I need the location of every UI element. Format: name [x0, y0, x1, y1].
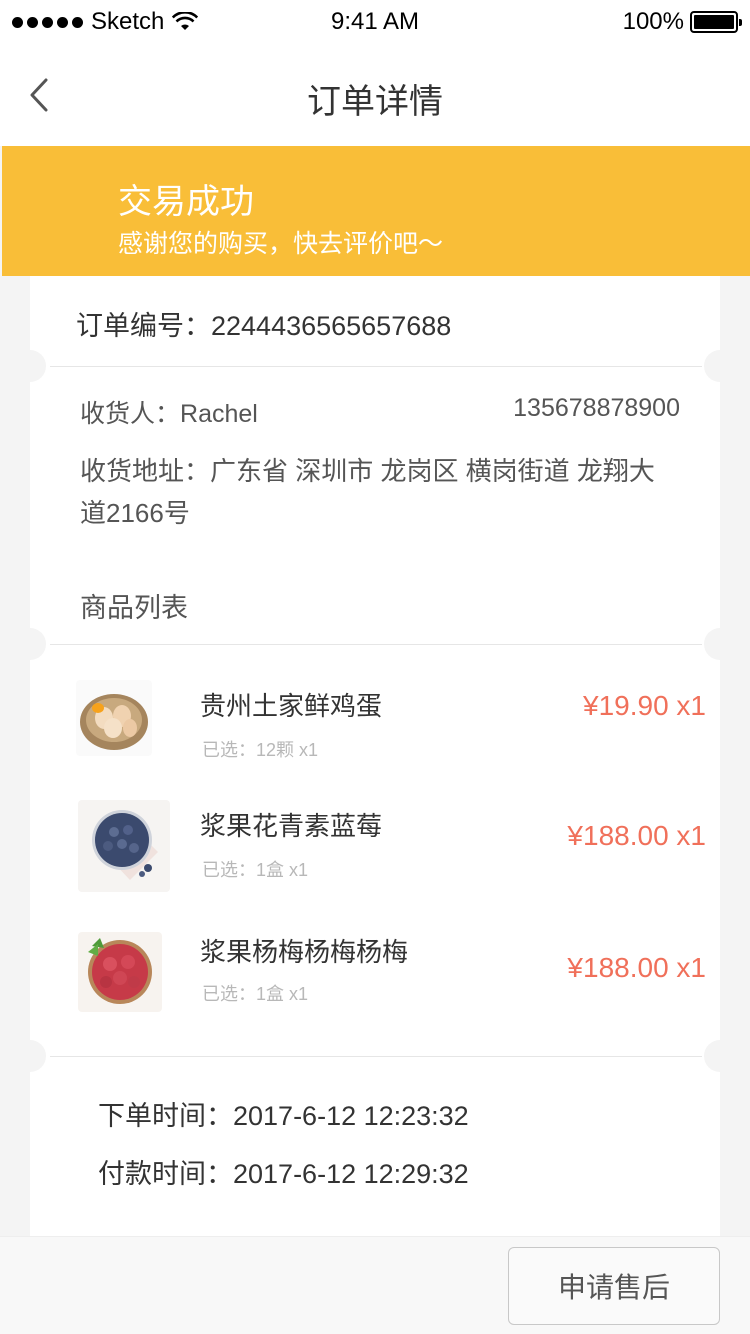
order-time-value: 2017-6-12 12:23:32 [233, 1101, 469, 1131]
product-spec: 已选：1盒 x1 [202, 984, 309, 1004]
product-image-blueberries [78, 800, 170, 892]
order-card: 订单编号：2244436565657688 收货人：Rachel 1356788… [14, 276, 736, 1236]
receiver: 收货人：Rachel [80, 394, 258, 430]
order-number-label: 订单编号： [76, 311, 211, 341]
ticket-notch [14, 1040, 46, 1072]
address: 收货地址：广东省 深圳市 龙岗区 横岗街道 龙翔大道2166号 [80, 450, 680, 534]
product-spec: 已选：1盒 x1 [202, 860, 309, 880]
product-image-berries [78, 932, 162, 1012]
banner-title: 交易成功 [118, 183, 254, 221]
order-number-value: 2244436565657688 [211, 311, 452, 341]
status-bar: Sketch 9:41 AM 100% [0, 0, 750, 44]
banner-subtitle: 感谢您的购买，快去评价吧～ [118, 230, 444, 258]
product-image-eggs [76, 680, 152, 756]
ticket-notch [704, 628, 736, 660]
receiver-label: 收货人： [80, 400, 181, 428]
ticket-notch [14, 628, 46, 660]
receiver-phone: 135678878900 [513, 394, 680, 422]
divider [50, 1056, 702, 1057]
list-item[interactable]: 浆果杨梅杨梅杨梅 已选：1盒 x1 ¥188.00 x1 [76, 932, 706, 1032]
footer-bar: 申请售后 [0, 1236, 750, 1334]
ticket-notch [704, 350, 736, 382]
order-time: 下单时间：2017-6-12 12:23:32 [98, 1094, 469, 1133]
product-spec: 已选：12颗 x1 [202, 740, 319, 760]
nav-bar: 订单详情 [0, 44, 750, 146]
after-sale-button[interactable]: 申请售后 [508, 1247, 720, 1325]
ticket-notch [14, 350, 46, 382]
receiver-name: Rachel [180, 400, 258, 428]
order-number: 订单编号：2244436565657688 [76, 304, 451, 343]
pay-time: 付款时间：2017-6-12 12:29:32 [98, 1152, 469, 1191]
divider [50, 366, 702, 367]
pay-time-label: 付款时间： [98, 1159, 233, 1189]
status-banner: 交易成功 感谢您的购买，快去评价吧～ [2, 146, 750, 276]
page-title: 订单详情 [307, 83, 443, 121]
list-item[interactable]: 浆果花青素蓝莓 已选：1盒 x1 ¥188.00 x1 [76, 800, 706, 900]
battery-percent: 100% [622, 8, 684, 35]
product-price: ¥188.00 x1 [567, 952, 706, 983]
divider [50, 644, 702, 645]
ticket-notch [704, 1040, 736, 1072]
order-time-label: 下单时间： [98, 1101, 233, 1131]
product-name: 贵州土家鲜鸡蛋 [200, 691, 383, 721]
status-right: 100% [622, 8, 742, 36]
product-name: 浆果杨梅杨梅杨梅 [200, 937, 409, 967]
product-list-title: 商品列表 [80, 593, 188, 623]
address-label: 收货地址： [80, 456, 211, 486]
product-price: ¥19.90 x1 [583, 690, 706, 721]
list-item[interactable]: 贵州土家鲜鸡蛋 已选：12颗 x1 ¥19.90 x1 [76, 680, 706, 780]
product-name: 浆果花青素蓝莓 [200, 811, 383, 841]
battery-icon [690, 11, 742, 33]
pay-time-value: 2017-6-12 12:29:32 [233, 1159, 469, 1189]
product-price: ¥188.00 x1 [567, 820, 706, 851]
